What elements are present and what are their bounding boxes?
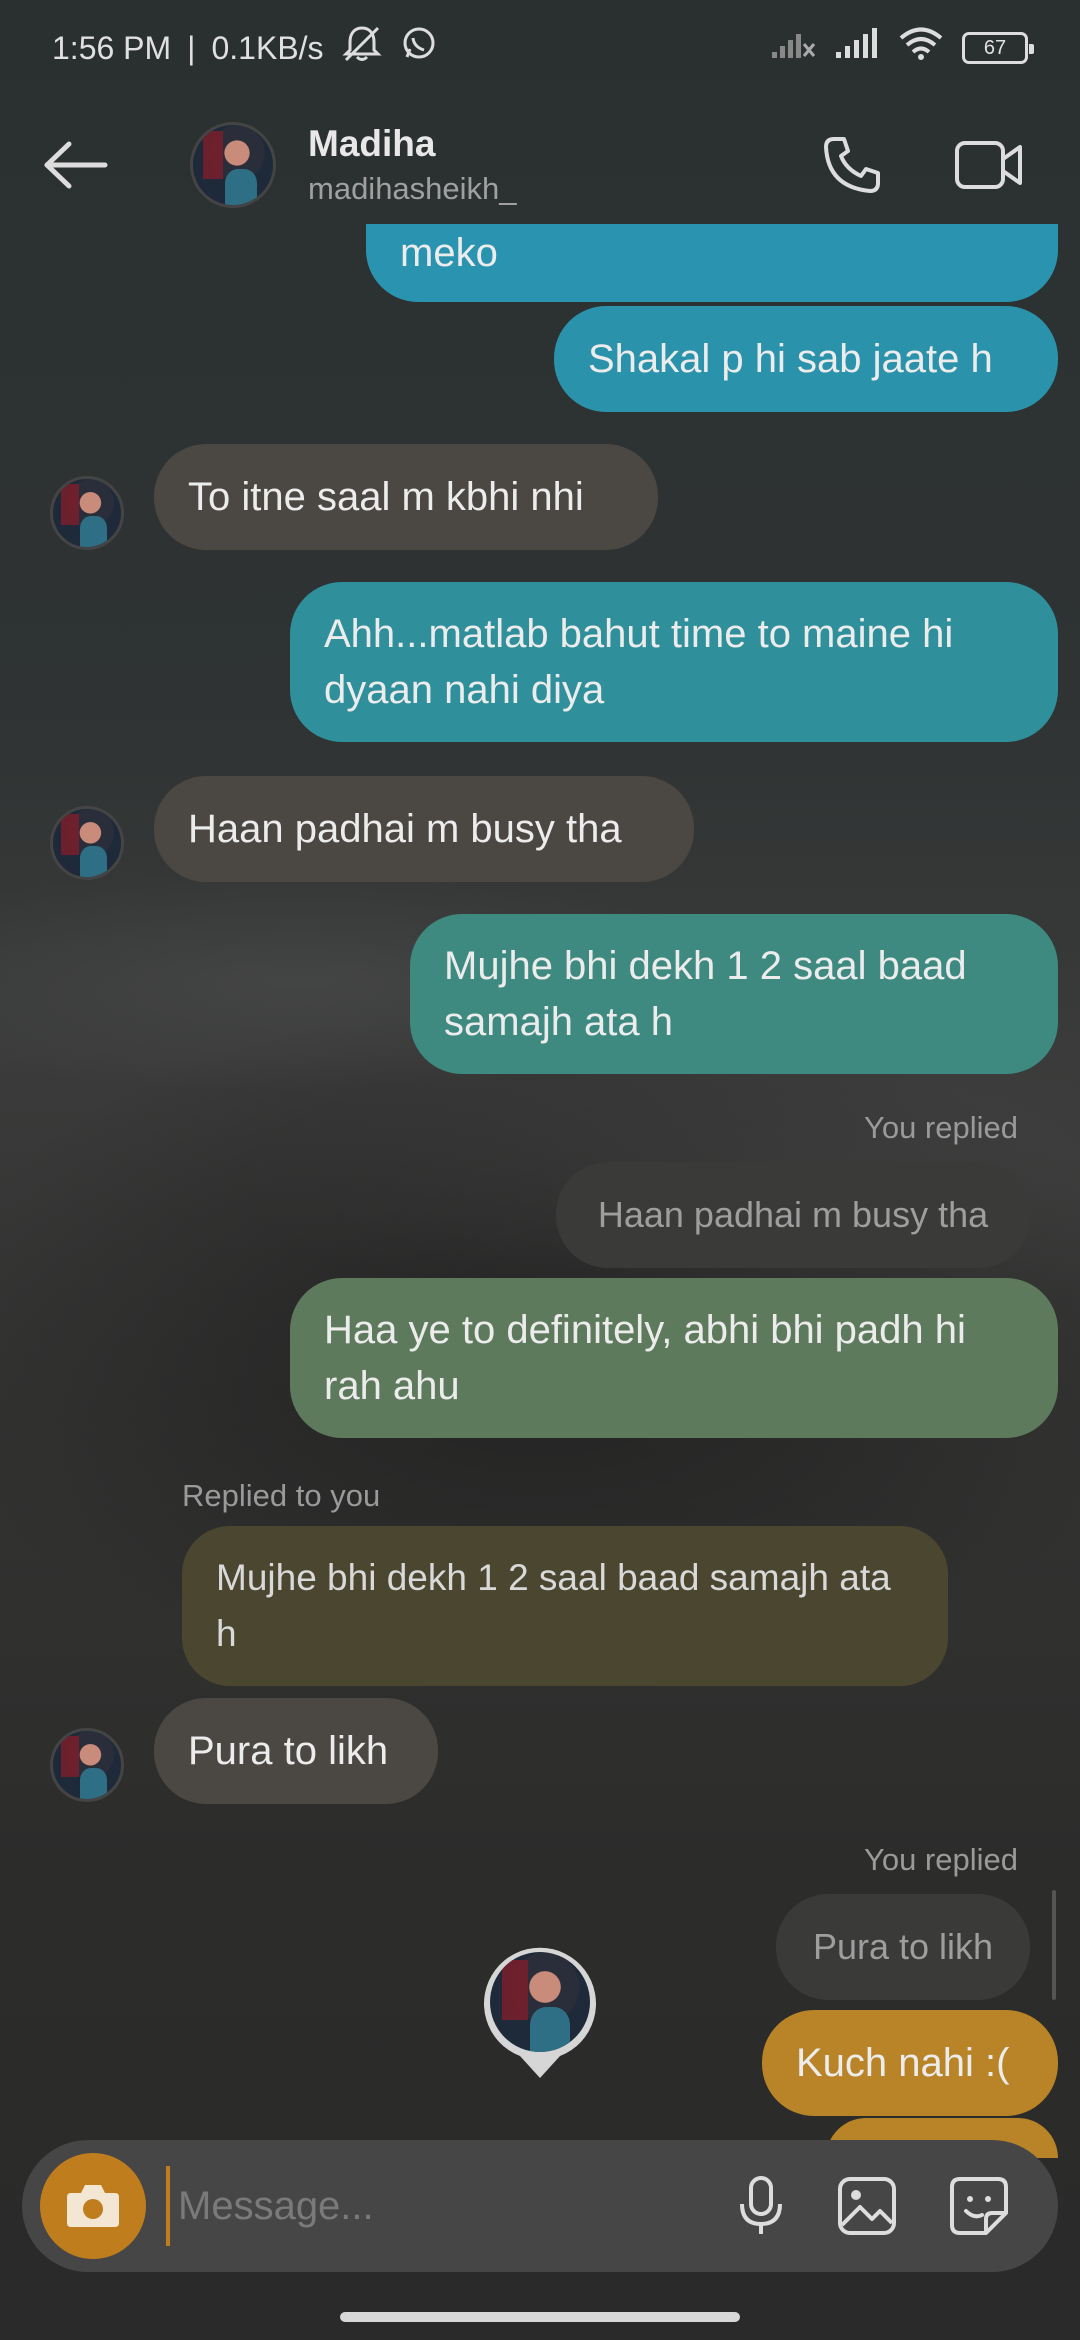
camera-button[interactable]	[40, 2153, 146, 2259]
wifi-icon	[898, 27, 944, 69]
sender-avatar[interactable]	[50, 806, 124, 880]
message-incoming[interactable]: Haan padhai m busy tha	[154, 776, 694, 882]
typing-indicator	[480, 1944, 600, 2084]
message-outgoing[interactable]: Haa ye to definitely, abhi bhi padh hi r…	[290, 1278, 1058, 1438]
status-bar: 1:56 PM | 0.1KB/s 67	[0, 0, 1080, 96]
contact-name: Madiha	[308, 123, 436, 164]
phone-call-icon[interactable]	[820, 133, 884, 197]
message-text: Ahh...matlab bahut time to maine hi dyaa…	[324, 612, 954, 712]
message-text: Kuch nahi :(	[796, 2041, 1010, 2085]
reply-label: You replied	[864, 1842, 1018, 1877]
reply-quote[interactable]: Haan padhai m busy tha	[556, 1162, 1030, 1268]
sender-avatar[interactable]	[50, 476, 124, 550]
message-outgoing[interactable]: Ahh...matlab bahut time to maine hi dyaa…	[290, 582, 1058, 742]
status-time: 1:56 PM	[52, 29, 172, 66]
battery-level: 67	[983, 36, 1007, 59]
message-input[interactable]	[166, 2166, 736, 2246]
typing-avatar	[490, 1952, 590, 2052]
sender-avatar[interactable]	[50, 1728, 124, 1802]
whatsapp-icon	[400, 25, 438, 71]
contact-info[interactable]: Madiha madihasheikh_	[308, 123, 517, 207]
message-text: To itne saal m kbhi nhi	[188, 475, 584, 519]
status-separator: |	[187, 29, 196, 66]
microphone-icon[interactable]	[736, 2174, 786, 2238]
signal-icon-sim2	[834, 28, 880, 68]
message-text: Haan padhai m busy tha	[188, 807, 622, 851]
message-text: Shakal p hi sab jaate h	[588, 337, 993, 381]
message-text: Mujhe bhi dekh 1 2 saal baad samajh ata …	[444, 944, 967, 1044]
gallery-icon[interactable]	[836, 2175, 898, 2237]
message-outgoing[interactable]: Kuch nahi :(	[762, 2010, 1058, 2116]
status-left: 1:56 PM | 0.1KB/s	[52, 24, 438, 72]
contact-username: madihasheikh_	[308, 171, 517, 206]
status-speed: 0.1KB/s	[211, 29, 324, 66]
reply-label: Replied to you	[182, 1478, 381, 1513]
reply-quote-text: Mujhe bhi dekh 1 2 saal baad samajh ata …	[216, 1557, 891, 1654]
home-indicator[interactable]	[340, 2312, 740, 2322]
chat-header: Madiha madihasheikh_	[0, 96, 1080, 234]
message-outgoing[interactable]: Mujhe bhi dekh 1 2 saal baad samajh ata …	[410, 914, 1058, 1074]
message-text: meko	[400, 231, 498, 275]
message-incoming[interactable]: To itne saal m kbhi nhi	[154, 444, 658, 550]
message-outgoing[interactable]: meko	[366, 224, 1058, 302]
reply-quote-text: Pura to likh	[812, 1926, 994, 1967]
mute-icon	[340, 24, 384, 72]
battery-icon: 67	[962, 32, 1034, 64]
reply-quote[interactable]: Pura to likh	[776, 1894, 1030, 2000]
message-incoming[interactable]: Pura to likh	[154, 1698, 438, 1804]
message-composer	[22, 2140, 1058, 2272]
message-text: Haa ye to definitely, abhi bhi padh hi r…	[324, 1308, 966, 1408]
back-arrow-icon[interactable]	[40, 129, 112, 201]
sticker-icon[interactable]	[948, 2175, 1010, 2237]
header-actions	[820, 133, 1040, 197]
message-outgoing[interactable]: Shakal p hi sab jaate h	[554, 306, 1058, 412]
status-right: 67	[770, 27, 1034, 69]
signal-icon-sim1	[770, 28, 816, 68]
reply-quote-text: Haan padhai m busy tha	[597, 1194, 989, 1235]
camera-icon	[67, 2185, 119, 2227]
chat-screen: 1:56 PM | 0.1KB/s 67 Madiha madihasheikh…	[0, 0, 1080, 2340]
header-avatar[interactable]	[190, 122, 276, 208]
message-text: Pura to likh	[188, 1729, 389, 1773]
composer-actions	[736, 2174, 1040, 2238]
scrollbar[interactable]	[1052, 1890, 1056, 2000]
video-call-icon[interactable]	[954, 137, 1024, 193]
reply-label: You replied	[864, 1110, 1018, 1145]
reply-quote[interactable]: Mujhe bhi dekh 1 2 saal baad samajh ata …	[182, 1526, 948, 1686]
